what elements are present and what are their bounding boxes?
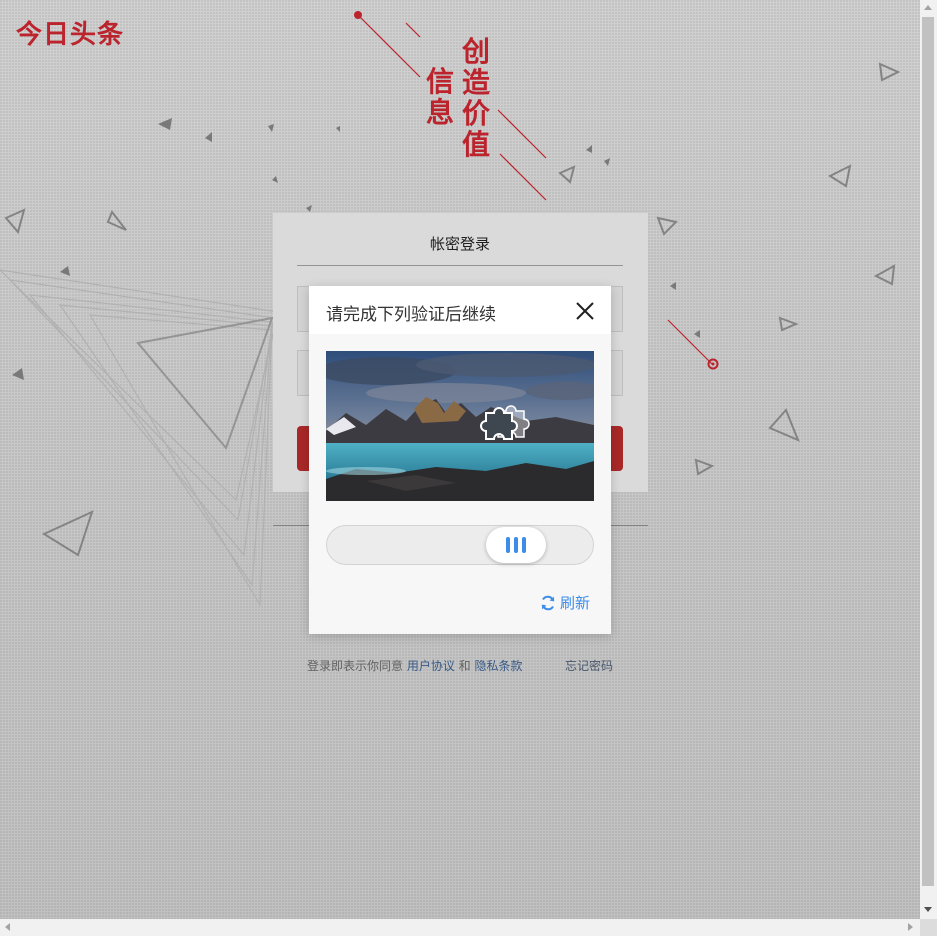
vertical-scrollbar[interactable] bbox=[920, 0, 937, 919]
captcha-header: 请完成下列验证后继续 bbox=[309, 286, 611, 334]
vertical-scroll-thumb[interactable] bbox=[922, 17, 934, 886]
captcha-title: 请完成下列验证后继续 bbox=[326, 305, 496, 325]
scrollbar-corner bbox=[920, 919, 937, 936]
scroll-right-icon[interactable] bbox=[908, 923, 913, 931]
captcha-puzzle-image bbox=[326, 351, 594, 501]
slider-track[interactable] bbox=[326, 525, 594, 565]
grip-bar bbox=[514, 537, 518, 553]
refresh-icon bbox=[541, 595, 555, 610]
refresh-button[interactable]: 刷新 bbox=[540, 592, 590, 613]
refresh-label: 刷新 bbox=[560, 594, 591, 612]
grip-bar bbox=[506, 537, 510, 553]
captcha-dialog: 请完成下列验证后继续 刷新 bbox=[309, 286, 611, 634]
grip-bar bbox=[522, 537, 526, 553]
scroll-left-icon[interactable] bbox=[5, 923, 10, 931]
login-page-background: 今日头条 信息 创造价值 帐密登录 登录即表示你同意 用户协议 和 隐私条款 忘… bbox=[0, 0, 920, 919]
slider-handle[interactable] bbox=[486, 527, 546, 563]
horizontal-scrollbar[interactable] bbox=[0, 919, 920, 936]
close-icon[interactable] bbox=[573, 299, 597, 323]
scroll-up-icon[interactable] bbox=[924, 5, 932, 10]
scroll-down-icon[interactable] bbox=[924, 907, 932, 912]
